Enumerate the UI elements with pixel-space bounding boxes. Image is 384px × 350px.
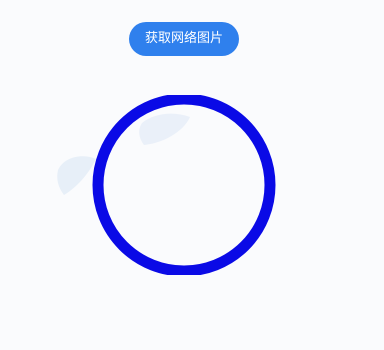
network-image-display bbox=[50, 95, 290, 275]
fetch-network-image-button[interactable]: 获取网络图片 bbox=[129, 22, 239, 56]
ghost-shape-left bbox=[57, 156, 96, 195]
page: 获取网络图片 bbox=[0, 0, 384, 350]
ghost-shape-top bbox=[139, 113, 190, 145]
image-canvas bbox=[57, 95, 276, 275]
